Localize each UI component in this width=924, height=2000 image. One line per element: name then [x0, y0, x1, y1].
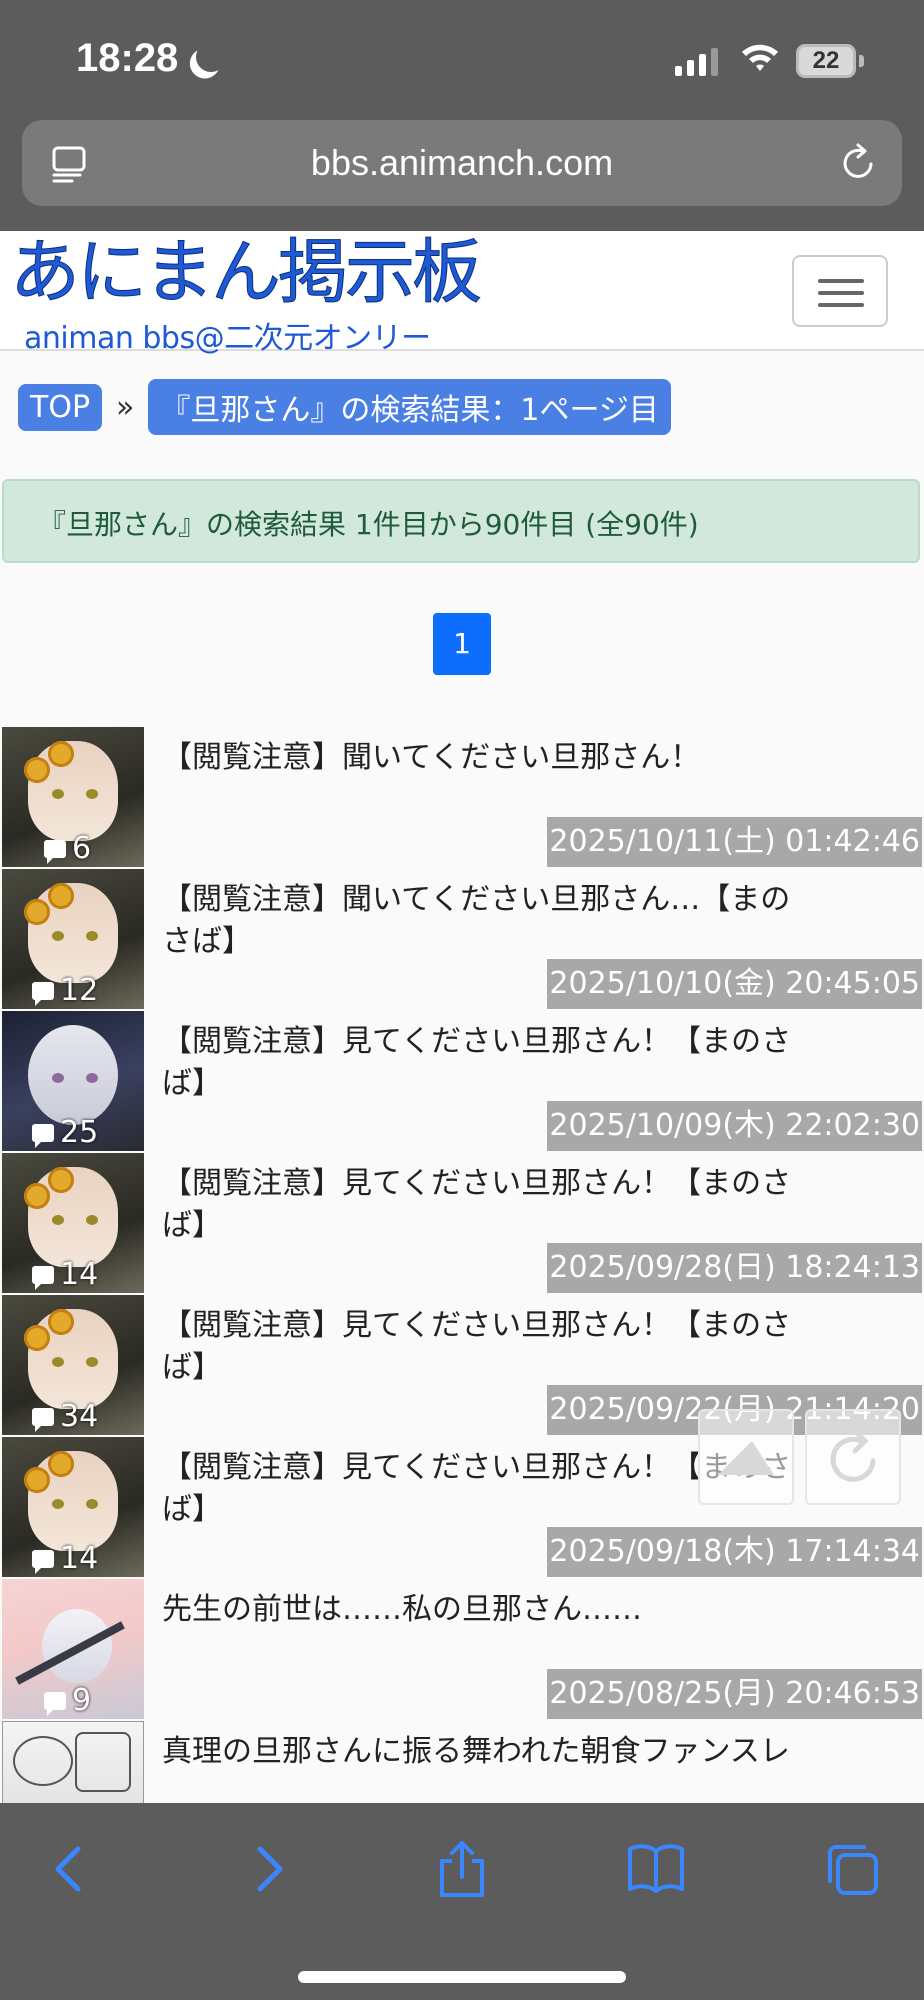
thread-title[interactable]: 先生の前世は……私の旦那さん…… — [162, 1589, 802, 1631]
site-logo[interactable]: あにまん掲示板 — [10, 237, 483, 308]
comment-bubble-icon — [32, 1123, 54, 1148]
scroll-to-top-button[interactable] — [698, 1409, 794, 1505]
comment-count: 25 — [60, 1115, 99, 1150]
thread-list: 6 【閲覧注意】聞いてください旦那さん！ 2025/10/11(土) 01:42… — [2, 725, 922, 1803]
comment-bubble-icon — [44, 839, 66, 864]
battery-tip — [859, 55, 864, 67]
breadcrumb-separator: » — [116, 389, 135, 425]
thread-date: 2025/08/25(月) 20:46:53 — [547, 1669, 922, 1719]
thread-title[interactable]: 【閲覧注意】聞いてください旦那さん！ — [162, 737, 802, 779]
forward-arrow-icon[interactable] — [238, 1839, 298, 1899]
status-time: 18:28 — [76, 36, 218, 81]
comment-bubble-icon — [44, 1691, 66, 1716]
thread-date: 2025/10/10(金) 20:45:05 — [547, 959, 922, 1009]
back-arrow-icon[interactable] — [40, 1839, 100, 1899]
wifi-icon — [742, 44, 778, 71]
web-page: あにまん掲示板 animan bbs@二次元オンリー TOP » 『旦那さん』の… — [0, 231, 924, 1803]
thread-title[interactable]: 【閲覧注意】聞いてください旦那さん…【まのさば】 — [162, 879, 802, 963]
comment-count: 6 — [72, 831, 92, 866]
comment-count: 14 — [60, 1257, 99, 1292]
url-text[interactable]: bbs.animanch.com — [22, 142, 902, 184]
tab-overview-icon[interactable] — [822, 1839, 882, 1899]
status-bar: 18:28 22 — [0, 0, 924, 120]
thread-thumbnail: 12 — [2, 869, 144, 1009]
comment-bubble-icon — [32, 1407, 54, 1432]
comment-bubble-icon — [32, 1265, 54, 1290]
comment-bubble-icon — [32, 1549, 54, 1574]
breadcrumb: TOP » 『旦那さん』の検索結果：1ページ目 — [18, 379, 671, 435]
thread-item[interactable]: 14 【閲覧注意】見てください旦那さん！【まのさば】 2025/09/28(日)… — [2, 1151, 922, 1293]
thread-thumbnail: 34 — [2, 1295, 144, 1435]
pagination-page-1[interactable]: 1 — [433, 613, 491, 675]
thread-thumbnail: 9 — [2, 1579, 144, 1719]
thread-item[interactable]: 真理の旦那さんに振る舞われた朝食ファンスレ — [2, 1719, 922, 1803]
thread-title[interactable]: 【閲覧注意】見てください旦那さん！【まのさば】 — [162, 1163, 802, 1247]
comment-count: 9 — [72, 1683, 92, 1718]
thread-date: 2025/09/18(木) 17:14:34 — [547, 1527, 922, 1577]
clock-text: 18:28 — [76, 36, 179, 80]
home-indicator — [298, 1971, 626, 1983]
thread-thumbnail: 14 — [2, 1437, 144, 1577]
bookmarks-icon[interactable] — [626, 1839, 686, 1899]
thread-title[interactable]: 【閲覧注意】見てください旦那さん！【まのさば】 — [162, 1305, 802, 1389]
breadcrumb-current[interactable]: 『旦那さん』の検索結果：1ページ目 — [148, 379, 671, 435]
site-header: あにまん掲示板 animan bbs@二次元オンリー — [0, 231, 924, 356]
site-logo-subtitle: animan bbs@二次元オンリー — [24, 321, 431, 356]
refresh-button[interactable] — [805, 1409, 901, 1505]
thread-thumbnail — [2, 1721, 144, 1803]
battery-level: 22 — [812, 47, 840, 74]
thread-date: 2025/09/28(日) 18:24:13 — [547, 1243, 922, 1293]
breadcrumb-top-link[interactable]: TOP — [18, 383, 103, 431]
thread-item[interactable]: 12 【閲覧注意】聞いてください旦那さん…【まのさば】 2025/10/10(金… — [2, 867, 922, 1009]
search-result-summary: 『旦那さん』の検索結果 1件目から90件目 (全90件) — [2, 479, 920, 563]
thread-item[interactable]: 25 【閲覧注意】見てください旦那さん！【まのさば】 2025/10/09(木)… — [2, 1009, 922, 1151]
comment-count: 34 — [60, 1399, 99, 1434]
thread-item[interactable]: 6 【閲覧注意】聞いてください旦那さん！ 2025/10/11(土) 01:42… — [2, 725, 922, 867]
share-icon[interactable] — [432, 1839, 492, 1899]
signal-icon — [675, 48, 718, 76]
refresh-icon — [830, 1428, 876, 1482]
reload-icon[interactable] — [838, 142, 880, 184]
scroll-to-top-icon — [718, 1441, 774, 1475]
thread-thumbnail: 6 — [2, 727, 144, 867]
address-bar[interactable]: bbs.animanch.com — [22, 120, 902, 206]
hamburger-menu-icon[interactable] — [792, 255, 888, 327]
battery-icon: 22 — [796, 44, 856, 78]
thread-item[interactable]: 9 先生の前世は……私の旦那さん…… 2025/08/25(月) 20:46:5… — [2, 1577, 922, 1719]
thread-thumbnail: 25 — [2, 1011, 144, 1151]
thread-thumbnail: 14 — [2, 1153, 144, 1293]
browser-toolbar — [0, 1803, 924, 2000]
thread-title[interactable]: 【閲覧注意】見てください旦那さん！【まのさば】 — [162, 1021, 802, 1105]
comment-bubble-icon — [32, 981, 54, 1006]
thread-date: 2025/10/11(土) 01:42:46 — [547, 817, 922, 867]
comment-count: 12 — [60, 973, 99, 1008]
thread-title[interactable]: 真理の旦那さんに振る舞われた朝食ファンスレ — [162, 1731, 802, 1773]
comment-count: 14 — [60, 1541, 99, 1576]
moon-icon — [192, 37, 230, 75]
thread-date: 2025/10/09(木) 22:02:30 — [547, 1101, 922, 1151]
